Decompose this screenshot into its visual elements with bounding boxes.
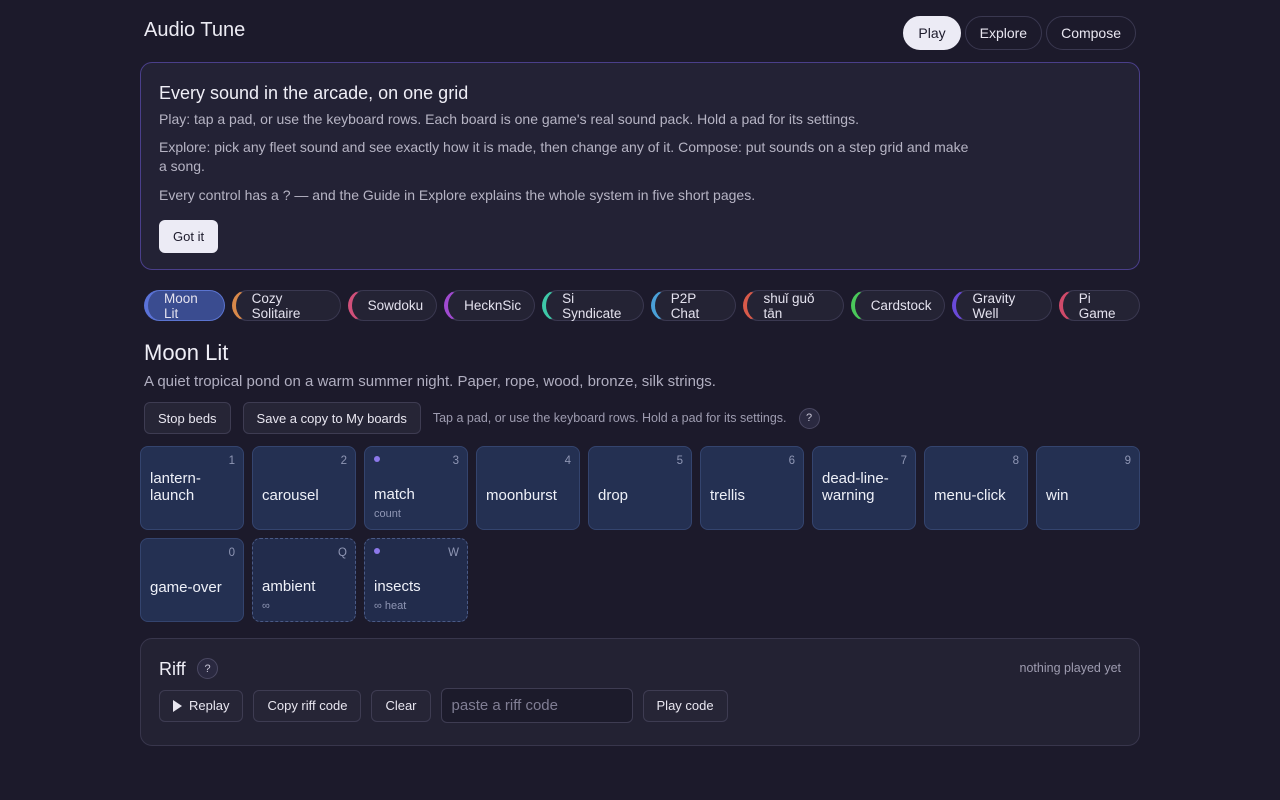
board-tab-9[interactable]: Pi Game — [1058, 290, 1141, 321]
intro-explore-text: Explore: pick any fleet sound and see ex… — [159, 139, 969, 174]
riff-controls: Replay Copy riff code Clear Play code — [159, 688, 738, 723]
pad-name: game-over — [150, 579, 222, 596]
pad-trellis[interactable]: 6 trellis — [700, 446, 804, 530]
board-title: Moon Lit — [144, 340, 229, 365]
pad-key: 8 — [1012, 455, 1019, 467]
replay-label: Replay — [189, 698, 230, 713]
board-help-icon[interactable]: ? — [798, 407, 820, 429]
riff-code-input[interactable] — [440, 688, 633, 723]
riff-help-icon[interactable]: ? — [197, 658, 218, 679]
pad-key: 6 — [788, 455, 795, 467]
pad-name: insects — [374, 578, 421, 595]
pad-key: Q — [338, 547, 347, 559]
pad-name-line: dead-line- — [822, 470, 889, 487]
pad-tag: ∞ heat — [374, 600, 407, 612]
pad-insects[interactable]: Winsects ∞ heat — [364, 538, 468, 622]
board-tabs: Moon Lit Cozy Solitaire Sowdoku HecknSic Si … — [144, 290, 1141, 321]
riff-panel: Riff ? nothing played yet Replay Copy ri… — [140, 638, 1140, 746]
pad-name: trellis — [710, 487, 746, 504]
board-tab-6[interactable]: shuǐ guǒ tān — [743, 290, 844, 321]
clear-riff-button[interactable]: Clear — [371, 689, 431, 722]
pad-key: 5 — [676, 455, 683, 467]
intro-title: Every sound in the arcade, on one grid — [159, 83, 469, 103]
save-copy-button[interactable]: Save a copy to My boards — [242, 402, 421, 434]
got-it-button[interactable]: Got it — [159, 220, 219, 253]
board-tab-0[interactable]: Moon Lit — [144, 290, 225, 321]
pad-moonburst[interactable]: 4 moonburst — [476, 446, 580, 530]
pad-name-line: warning — [822, 487, 875, 504]
pad-key: W — [448, 547, 459, 559]
pad-key: 4 — [564, 455, 571, 467]
tab-explore[interactable]: Explore — [964, 16, 1043, 50]
pad-name: match — [374, 486, 415, 503]
pad-name: ambient — [262, 578, 316, 595]
board-tab-4[interactable]: Si Syndicate — [542, 290, 644, 321]
pad-name: carousel — [262, 487, 319, 504]
top-bar: Audio Tune Play Explore Compose — [144, 16, 1136, 50]
board-description: A quiet tropical pond on a warm summer n… — [144, 373, 716, 390]
pad-lantern-launch[interactable]: 1 lantern-launch — [140, 446, 244, 530]
riff-title: Riff — [159, 659, 186, 679]
pad-game-over[interactable]: 0 game-over — [140, 538, 244, 622]
pad-drop[interactable]: 5 drop — [588, 446, 692, 530]
pad-name-line: launch — [150, 487, 195, 504]
pad-name: drop — [598, 487, 629, 504]
pad-name-line: lantern- — [150, 470, 201, 487]
pad-win[interactable]: 9 win — [1036, 446, 1140, 530]
play-icon — [173, 699, 182, 712]
pad-match[interactable]: 3 match count — [364, 446, 468, 530]
pad-name: lantern-launch — [150, 470, 237, 504]
pad-name: menu-click — [934, 487, 1006, 504]
replay-button[interactable]: Replay — [159, 689, 244, 722]
mode-tabs: Play Explore Compose — [903, 16, 1136, 50]
pad-key: 3 — [452, 455, 459, 467]
board-tab-3[interactable]: HecknSic — [444, 290, 536, 321]
copy-riff-code-button[interactable]: Copy riff code — [253, 689, 362, 722]
board-hint: Tap a pad, or use the keyboard rows. Hol… — [432, 411, 787, 425]
pad-tag: ∞ — [262, 600, 270, 612]
active-dot-icon — [374, 456, 380, 462]
pad-name: win — [1046, 487, 1069, 504]
board-tab-8[interactable]: Gravity Well — [952, 290, 1052, 321]
board-tab-1[interactable]: Cozy Solitaire — [231, 290, 341, 321]
intro-card: Every sound in the arcade, on one grid P… — [140, 62, 1140, 270]
board-tab-7[interactable]: Cardstock — [850, 290, 946, 321]
pad-carousel[interactable]: 2 carousel — [252, 446, 356, 530]
app-title: Audio Tune — [144, 19, 246, 41]
tab-compose[interactable]: Compose — [1046, 16, 1136, 50]
pad-key: 1 — [228, 455, 235, 467]
pad-name: dead-line-warning — [822, 470, 909, 504]
pad-key: 9 — [1124, 455, 1131, 467]
pad-key: 0 — [228, 547, 235, 559]
active-dot-icon — [374, 548, 380, 554]
board-actions: Stop beds Save a copy to My boards Tap a… — [144, 402, 820, 434]
pad-menu-click[interactable]: 8 menu-click — [924, 446, 1028, 530]
pad-name: moonburst — [486, 487, 557, 504]
pad-dead-line-warning[interactable]: 7 dead-line-warning — [812, 446, 916, 530]
board-tab-2[interactable]: Sowdoku — [347, 290, 438, 321]
tab-play[interactable]: Play — [903, 16, 961, 50]
board-tab-5[interactable]: P2P Chat — [650, 290, 737, 321]
stop-beds-button[interactable]: Stop beds — [144, 402, 231, 434]
pad-tag: count — [374, 508, 401, 520]
intro-help-text: Every control has a ? — and the Guide in… — [159, 187, 756, 203]
pad-ambient[interactable]: Qambient ∞ — [252, 538, 356, 622]
pad-key: 7 — [900, 455, 907, 467]
play-code-button[interactable]: Play code — [642, 689, 728, 722]
pad-key: 2 — [340, 455, 347, 467]
riff-status: nothing played yet — [1019, 661, 1121, 675]
intro-play-text: Play: tap a pad, or use the keyboard row… — [159, 111, 859, 127]
